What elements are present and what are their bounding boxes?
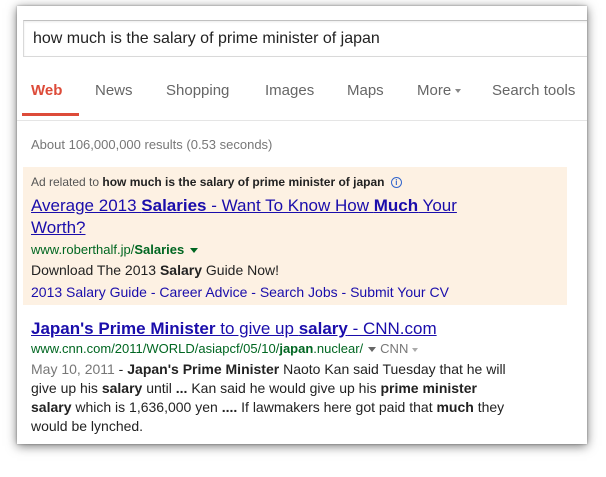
result-title-bold: Japan's Prime Minister xyxy=(31,319,216,338)
tab-more-label: More xyxy=(417,82,452,99)
sitelink-search-jobs[interactable]: Search Jobs xyxy=(260,284,338,300)
snippet-text: until xyxy=(142,380,176,396)
ad-title-text: - Want To Know How xyxy=(206,196,374,215)
tab-web[interactable]: Web xyxy=(31,82,62,99)
chevron-down-icon xyxy=(412,347,419,352)
snippet-bold: Japan's Prime Minister xyxy=(127,361,280,377)
ad-desc-text: Download The 2013 xyxy=(31,262,160,278)
sitelink-submit-cv[interactable]: Submit Your CV xyxy=(350,284,449,300)
ad-description: Download The 2013 Salary Guide Now! xyxy=(31,262,279,278)
search-tabs: Web News Shopping Images Maps More Searc… xyxy=(17,82,587,116)
active-tab-indicator xyxy=(22,113,79,116)
ad-title-bold: Salaries xyxy=(141,196,207,215)
ad-desc-bold: Salary xyxy=(159,262,202,278)
tab-images[interactable]: Images xyxy=(265,82,314,99)
result-stats: About 106,000,000 results (0.53 seconds) xyxy=(31,137,273,152)
results-page: Web News Shopping Images Maps More Searc… xyxy=(17,6,587,444)
tabs-divider xyxy=(17,120,587,121)
search-result: Japan's Prime Minister to give up salary… xyxy=(31,318,551,436)
tab-news[interactable]: News xyxy=(95,82,133,99)
result-title-link[interactable]: Japan's Prime Minister to give up salary… xyxy=(31,318,551,340)
search-box[interactable] xyxy=(23,20,587,57)
sitelink-salary-guide[interactable]: 2013 Salary Guide xyxy=(31,284,147,300)
ad-title-link[interactable]: Average 2013 Salaries - Want To Know How… xyxy=(31,195,511,239)
ad-url: www.roberthalf.jp/Salaries xyxy=(31,242,199,257)
result-source[interactable]: CNN xyxy=(380,341,408,356)
sitelink-separator: - xyxy=(337,284,351,300)
result-snippet: May 10, 2011 - Japan's Prime Minister Na… xyxy=(31,360,521,436)
ad-desc-text: Guide Now! xyxy=(202,262,280,278)
tab-search-tools[interactable]: Search tools xyxy=(492,82,575,99)
result-url-prefix: www.cnn.com/2011/WORLD/asiapcf/05/10/ xyxy=(31,341,280,356)
snippet-bold: much xyxy=(436,399,474,415)
tab-more[interactable]: More xyxy=(417,82,462,99)
snippet-date: May 10, 2011 xyxy=(31,361,115,377)
ad-label: Ad related to how much is the salary of … xyxy=(31,175,402,189)
ad-label-prefix: Ad related to xyxy=(31,175,100,189)
sitelink-separator: - xyxy=(247,284,260,300)
snippet-text: which is 1,636,000 yen xyxy=(71,399,222,415)
dropdown-arrow-icon[interactable] xyxy=(368,347,377,353)
ad-label-query: how much is the salary of prime minister… xyxy=(102,175,385,189)
snippet-text: Kan said he would give up his xyxy=(187,380,381,396)
dropdown-arrow-icon[interactable] xyxy=(190,248,199,254)
result-title-text: - CNN.com xyxy=(347,319,437,338)
search-input[interactable] xyxy=(24,21,587,56)
tab-shopping[interactable]: Shopping xyxy=(166,82,229,99)
ad-title-text: Average 2013 xyxy=(31,196,142,215)
ad-url-prefix: www.roberthalf.jp/ xyxy=(31,242,135,257)
tab-maps[interactable]: Maps xyxy=(347,82,384,99)
result-url-line: www.cnn.com/2011/WORLD/asiapcf/05/10/jap… xyxy=(31,341,551,356)
snippet-bold: .... xyxy=(221,399,238,415)
sitelink-separator: - xyxy=(146,284,160,300)
sitelink-career-advice[interactable]: Career Advice xyxy=(159,284,247,300)
result-url-suffix: .nuclear/ xyxy=(313,341,364,356)
result-url-bold: japan xyxy=(279,341,314,356)
snippet-text: - xyxy=(114,361,128,377)
snippet-bold: ... xyxy=(175,380,188,396)
ad-block: Ad related to how much is the salary of … xyxy=(23,167,567,305)
ad-title-bold: Much xyxy=(373,196,419,215)
ad-sitelinks: 2013 Salary Guide - Career Advice - Sear… xyxy=(31,284,449,300)
snippet-bold: salary xyxy=(101,380,143,396)
result-title-text: to give up xyxy=(215,319,299,338)
ad-url-bold: Salaries xyxy=(134,242,185,257)
info-icon[interactable]: i xyxy=(390,177,402,188)
result-title-bold: salary xyxy=(298,319,348,338)
snippet-text: If lawmakers here got paid that xyxy=(237,399,437,415)
chevron-down-icon xyxy=(455,89,462,94)
